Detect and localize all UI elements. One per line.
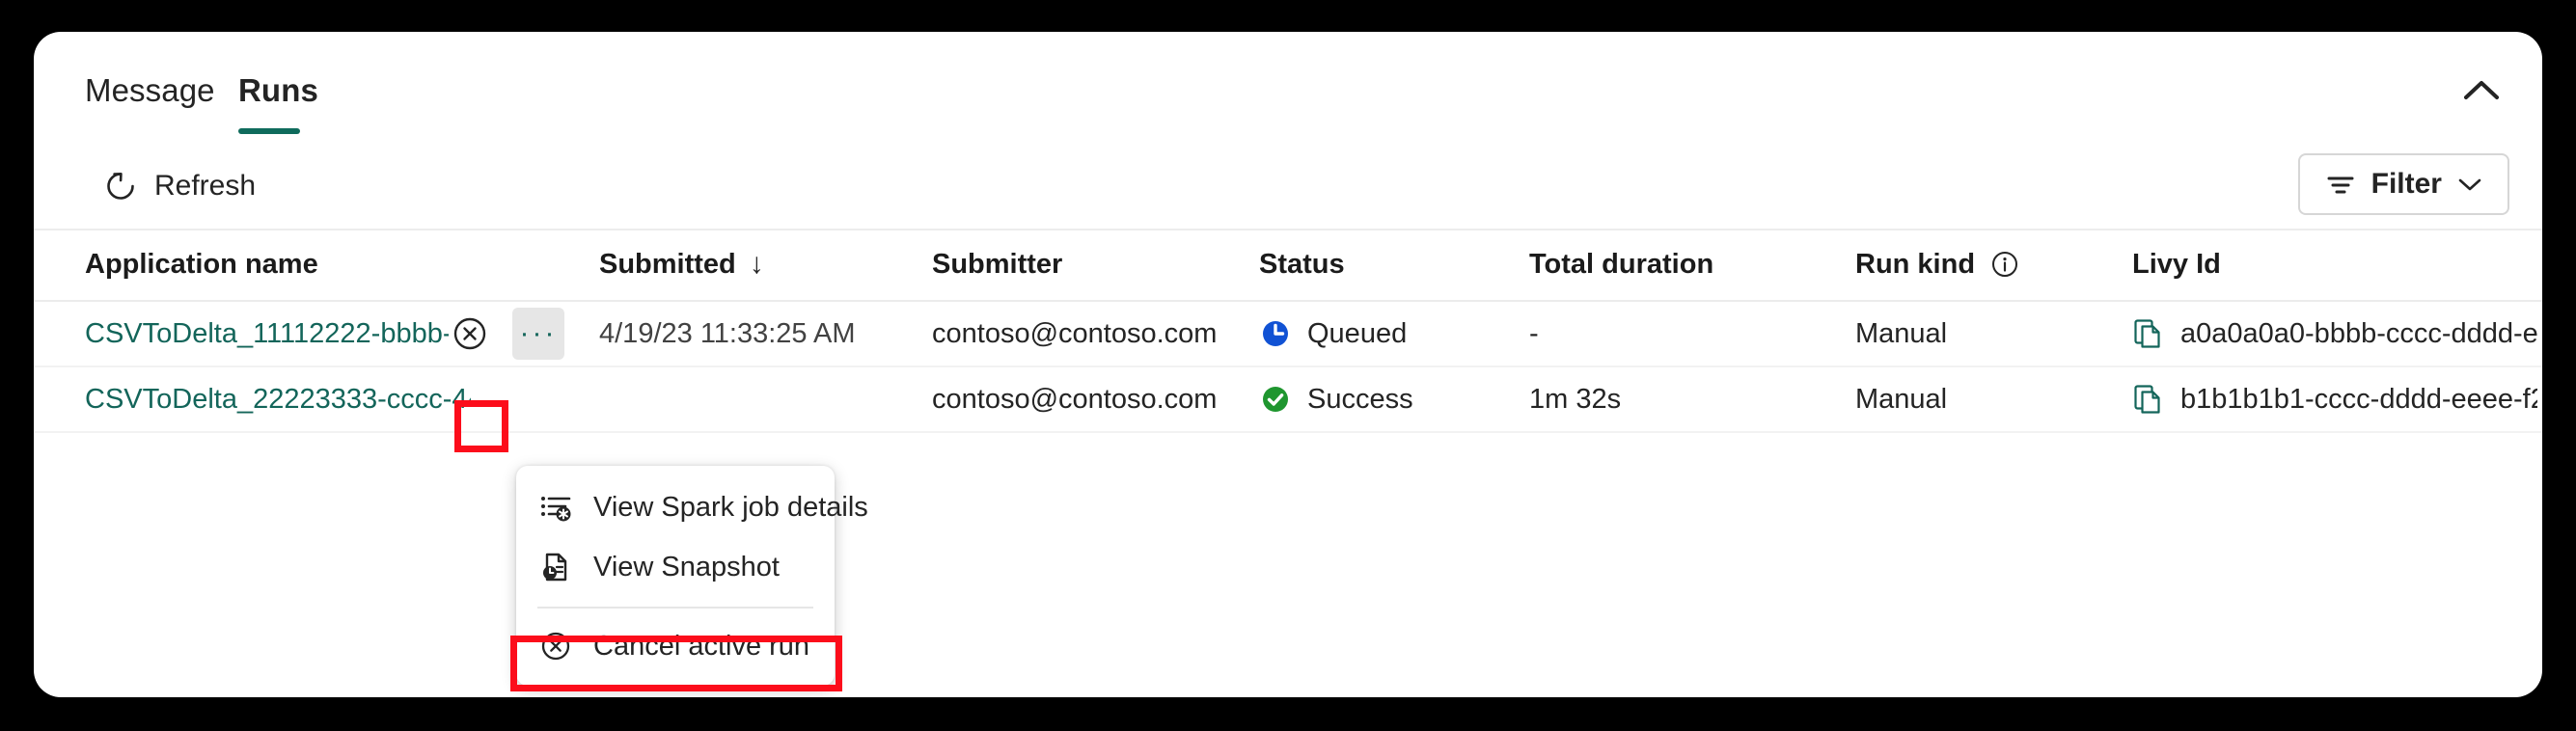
column-header-run-kind-label: Run kind [1855, 248, 1976, 280]
menu-item-view-snapshot[interactable]: View Snapshot [516, 537, 835, 597]
status-label: Success [1307, 383, 1413, 415]
livy-id-text: a0a0a0a0-bbbb-cccc-dddd-e1e1e... [2180, 317, 2537, 349]
checkmark-circle-icon [1259, 383, 1292, 416]
cell-run-kind: Manual [1855, 383, 1948, 415]
table-row[interactable]: CSVToDelta_11112222-bbbb-339 ··· 4/19/23… [34, 302, 2542, 367]
application-name-link[interactable]: CSVToDelta_22223333-cccc-4444-ddd- [85, 384, 471, 416]
table-header-row: Application name Submitted ↓ Submitter S… [34, 229, 2542, 302]
column-header-submitter[interactable]: Submitter [932, 229, 1250, 300]
tab-runs-active-indicator [238, 128, 300, 134]
cell-total-duration: - [1529, 317, 1539, 349]
column-header-application-name[interactable]: Application name [85, 229, 471, 300]
filter-label: Filter [2370, 168, 2442, 200]
filter-button[interactable]: Filter [2297, 153, 2509, 215]
cell-application-name: CSVToDelta_11112222-bbbb-339 [85, 302, 471, 366]
column-header-run-kind[interactable]: Run kind [1855, 229, 2135, 300]
refresh-button[interactable]: Refresh [94, 159, 265, 213]
column-header-submitted[interactable]: Submitted ↓ [599, 229, 898, 300]
cell-submitter: contoso@contoso.com [932, 317, 1218, 349]
cell-livy-id: a0a0a0a0-bbbb-cccc-dddd-e1e1e... [2132, 302, 2537, 366]
column-header-submitted-label: Submitted [599, 248, 736, 280]
cancel-active-run-button[interactable] [449, 312, 491, 355]
sort-descending-icon: ↓ [749, 248, 764, 280]
command-bar: Refresh Filter [34, 146, 2542, 230]
runs-table: Application name Submitted ↓ Submitter S… [34, 229, 2542, 433]
cell-livy-id: b1b1b1b1-cccc-dddd-eeee-f2f2f2... [2132, 367, 2537, 431]
cell-total-duration: 1m 32s [1529, 383, 1622, 415]
table-row[interactable]: CSVToDelta_22223333-cccc-4444-ddd- conto… [34, 367, 2542, 433]
menu-item-view-spark-job-details[interactable]: View Spark job details [516, 477, 868, 537]
menu-item-label: Cancel active run [593, 630, 810, 662]
cancel-circle-icon [539, 630, 572, 663]
chevron-up-icon [2464, 79, 2499, 100]
screenshot-root: Message Runs Refresh Filter Application … [0, 0, 2576, 731]
row-action-group: ··· [449, 302, 564, 366]
filter-icon [2325, 172, 2356, 197]
info-icon[interactable] [1990, 250, 2019, 279]
cell-submitted [599, 367, 898, 431]
cell-submitter: contoso@contoso.com [932, 383, 1218, 415]
refresh-icon [103, 169, 138, 203]
column-header-total-duration[interactable]: Total duration [1529, 229, 1848, 300]
chevron-down-icon [2457, 176, 2482, 192]
collapse-panel-button[interactable] [2450, 61, 2513, 119]
livy-id-text: b1b1b1b1-cccc-dddd-eeee-f2f2f2... [2180, 383, 2537, 415]
menu-item-cancel-active-run[interactable]: Cancel active run [516, 616, 835, 676]
column-header-livy-id[interactable]: Livy Id [2132, 229, 2537, 300]
cell-submitted: 4/19/23 11:33:25 AM [599, 317, 856, 349]
cell-status: Queued [1259, 302, 1534, 366]
spark-job-list-icon [539, 491, 572, 524]
cancel-circle-icon [451, 314, 489, 353]
column-header-status[interactable]: Status [1259, 229, 1534, 300]
application-name-link[interactable]: CSVToDelta_11112222-bbbb-339 [85, 318, 471, 350]
copy-icon[interactable] [2132, 317, 2163, 350]
more-actions-button[interactable]: ··· [512, 308, 564, 360]
tab-strip: Message Runs [34, 32, 2542, 143]
snapshot-document-icon [539, 551, 572, 583]
menu-item-label: View Spark job details [593, 491, 868, 523]
runs-panel: Message Runs Refresh Filter Application … [34, 32, 2542, 697]
tab-runs[interactable]: Runs [238, 72, 318, 109]
tab-message[interactable]: Message [85, 72, 215, 109]
cell-application-name: CSVToDelta_22223333-cccc-4444-ddd- [85, 367, 471, 431]
copy-icon[interactable] [2132, 383, 2163, 416]
menu-item-label: View Snapshot [593, 551, 780, 582]
clock-icon [1259, 317, 1292, 350]
cell-run-kind: Manual [1855, 317, 1948, 349]
refresh-label: Refresh [154, 170, 257, 202]
cell-status: Success [1259, 367, 1534, 431]
menu-divider [537, 607, 813, 609]
row-context-menu: View Spark job details View Snapshot Can… [516, 466, 868, 686]
status-label: Queued [1307, 317, 1408, 349]
